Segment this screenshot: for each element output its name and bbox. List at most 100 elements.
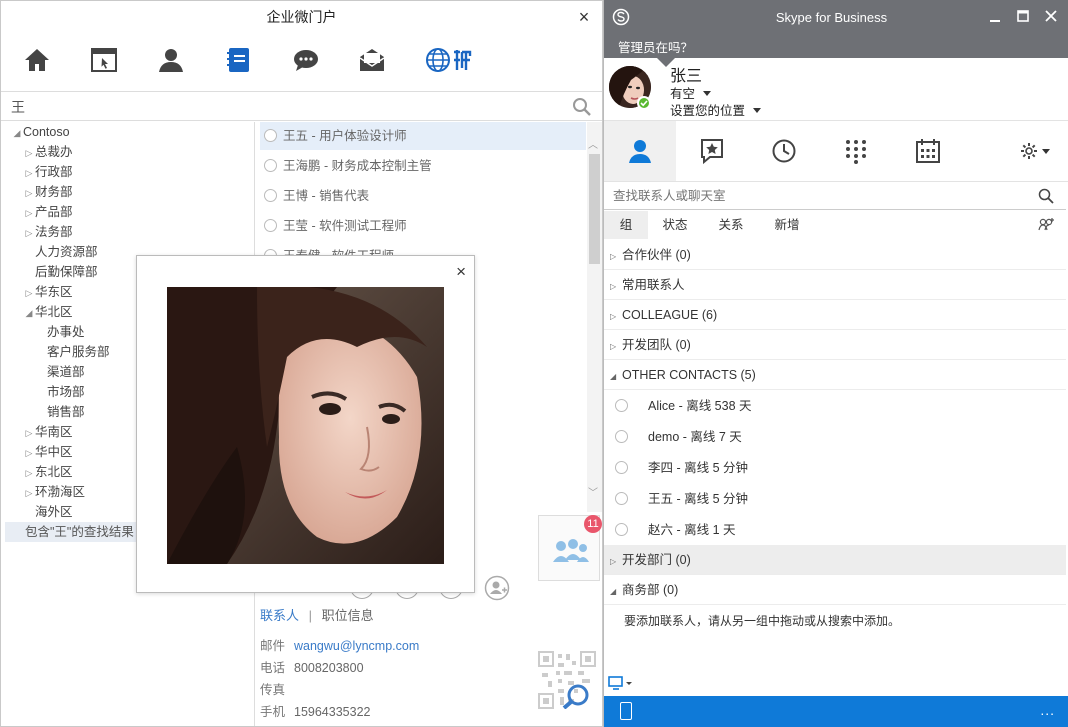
- tree-node[interactable]: ▷ 华南区: [23, 422, 73, 442]
- contact-row[interactable]: Alice - 离线 538 天: [604, 391, 1066, 422]
- contact-status: 离线 7 天: [690, 430, 742, 444]
- contact-group[interactable]: ▷ COLLEAGUE (6): [604, 300, 1066, 330]
- tree-node-label: 后勤保障部: [35, 265, 98, 279]
- tree-node[interactable]: 销售部: [35, 402, 85, 422]
- contact-group[interactable]: ▷ 常用联系人: [604, 270, 1066, 300]
- tab-conversations[interactable]: [748, 121, 820, 181]
- contacts-button[interactable]: [154, 43, 188, 77]
- minimize-button[interactable]: [984, 8, 1006, 28]
- tree-node[interactable]: ◢ 华北区: [23, 302, 73, 322]
- contact-row[interactable]: demo - 离线 7 天: [604, 422, 1066, 453]
- radio-button[interactable]: [264, 219, 277, 232]
- portal-close-button[interactable]: ×: [574, 7, 594, 27]
- tree-node[interactable]: 人力资源部: [23, 242, 98, 262]
- tree-node-label: 人力资源部: [35, 245, 98, 259]
- contact-group[interactable]: ▷ 合作伙伴 (0): [604, 240, 1066, 270]
- tree-node[interactable]: ▷ 环渤海区: [23, 482, 85, 502]
- search-icon[interactable]: [572, 97, 592, 117]
- add-contact-button[interactable]: [484, 575, 510, 604]
- close-button[interactable]: [1040, 8, 1062, 28]
- list-item[interactable]: 王莹 - 软件测试工程师: [260, 212, 586, 240]
- location-label: 设置您的位置: [670, 104, 746, 118]
- tab-contacts[interactable]: [604, 121, 676, 181]
- device-selector[interactable]: [608, 676, 634, 692]
- collapsed-arrow-icon: ▷: [610, 312, 617, 321]
- list-item[interactable]: 王博 - 销售代表: [260, 182, 586, 210]
- radio-button[interactable]: [264, 159, 277, 172]
- tab-job-info[interactable]: 职位信息: [322, 608, 374, 623]
- people-scrollbar[interactable]: ︿ ﹀: [587, 122, 602, 512]
- subtab-new[interactable]: 新增: [764, 211, 810, 239]
- tree-node[interactable]: 市场部: [35, 382, 85, 402]
- list-item[interactable]: 王五 - 用户体验设计师: [260, 122, 586, 150]
- add-contact-icon[interactable]: [1038, 217, 1056, 233]
- mail-button[interactable]: [355, 43, 389, 77]
- tree-node[interactable]: 客户服务部: [35, 342, 110, 362]
- collapsed-arrow-icon: ▷: [25, 468, 33, 478]
- portrait-image: [167, 287, 444, 564]
- people-search-results: 王五 - 用户体验设计师 王海鹏 - 财务成本控制主管 王博 - 销售代表 王莹 - …: [256, 122, 586, 262]
- tree-node[interactable]: ▷ 法务部: [23, 222, 73, 242]
- tab-dialpad[interactable]: [820, 121, 892, 181]
- contact-row[interactable]: 李四 - 离线 5 分钟: [604, 453, 1066, 484]
- tree-node-label: 行政部: [35, 165, 73, 179]
- contact-group[interactable]: ▷ 开发团队 (0): [604, 330, 1066, 360]
- detail-value[interactable]: wangwu@lyncmp.com: [294, 639, 419, 653]
- tab-contact[interactable]: 联系人: [260, 608, 299, 623]
- subtab-relationships[interactable]: 关系: [708, 211, 754, 239]
- tree-node[interactable]: ◢ Contoso: [11, 122, 70, 142]
- contact-search-input[interactable]: [613, 186, 1023, 206]
- photo-close-button[interactable]: ×: [456, 262, 466, 282]
- scrollbar-thumb[interactable]: [589, 154, 600, 264]
- tree-node[interactable]: 后勤保障部: [23, 262, 98, 282]
- tree-node[interactable]: ▷ 总裁办: [23, 142, 73, 162]
- web-button[interactable]: [87, 43, 121, 77]
- tab-meetings[interactable]: [892, 121, 964, 181]
- tree-node[interactable]: ▷ 产品部: [23, 202, 73, 222]
- subtab-status[interactable]: 状态: [652, 211, 698, 239]
- contact-row[interactable]: 赵六 - 离线 1 天: [604, 515, 1066, 546]
- tree-node[interactable]: ▷ 东北区: [23, 462, 73, 482]
- options-menu[interactable]: [1004, 121, 1064, 181]
- tree-node[interactable]: ▷ 华东区: [23, 282, 73, 302]
- subtab-groups[interactable]: 组: [604, 211, 648, 239]
- contact-group[interactable]: ◢ OTHER CONTACTS (5): [604, 360, 1066, 390]
- name-status-separator: -: [673, 492, 685, 506]
- more-options-button[interactable]: ...: [1040, 702, 1055, 718]
- tree-node[interactable]: 渠道部: [35, 362, 85, 382]
- search-icon[interactable]: [1038, 188, 1054, 204]
- chat-button[interactable]: [289, 43, 323, 77]
- contact-row[interactable]: 王五 - 离线 5 分钟: [604, 484, 1066, 515]
- chevron-down-icon: [1041, 148, 1050, 154]
- contact-group[interactable]: ◢ 商务部 (0): [604, 575, 1066, 605]
- collapsed-arrow-icon: ▷: [25, 288, 33, 298]
- tree-node[interactable]: 海外区: [23, 502, 73, 522]
- tab-persistent-chat[interactable]: [676, 121, 748, 181]
- home-button[interactable]: [20, 43, 54, 77]
- dial-button[interactable]: [423, 43, 483, 77]
- address-book-button[interactable]: [221, 43, 255, 77]
- skype-main-tabs: [604, 120, 1068, 182]
- personal-note[interactable]: 管理员在吗？: [618, 37, 693, 56]
- radio-button[interactable]: [264, 129, 277, 142]
- location-dropdown[interactable]: 设置您的位置: [670, 100, 762, 119]
- tree-node[interactable]: ▷ 行政部: [23, 162, 73, 182]
- chevron-down-icon: [703, 91, 712, 96]
- radio-button[interactable]: [264, 189, 277, 202]
- phone-icon[interactable]: [620, 702, 632, 720]
- maximize-button[interactable]: [1012, 8, 1034, 28]
- scroll-down-icon[interactable]: ﹀: [588, 484, 598, 499]
- tree-node[interactable]: ▷ 财务部: [23, 182, 73, 202]
- presence-offline-icon: [615, 461, 628, 474]
- contact-group[interactable]: ▷ 开发部门 (0): [604, 545, 1066, 575]
- scroll-up-icon[interactable]: ︿: [588, 136, 598, 151]
- my-profile-area: 张三 有空 设置您的位置: [604, 57, 1068, 120]
- tree-node[interactable]: 办事处: [35, 322, 85, 342]
- contact-status: 离线 5 分钟: [684, 492, 749, 506]
- globe-dial-icon: [426, 48, 472, 72]
- portal-search-input[interactable]: [11, 96, 551, 118]
- tree-node[interactable]: ▷ 华中区: [23, 442, 73, 462]
- list-item[interactable]: 王海鹏 - 财务成本控制主管: [260, 152, 586, 180]
- qr-code[interactable]: [538, 651, 596, 710]
- tree-node-label: 市场部: [47, 385, 85, 399]
